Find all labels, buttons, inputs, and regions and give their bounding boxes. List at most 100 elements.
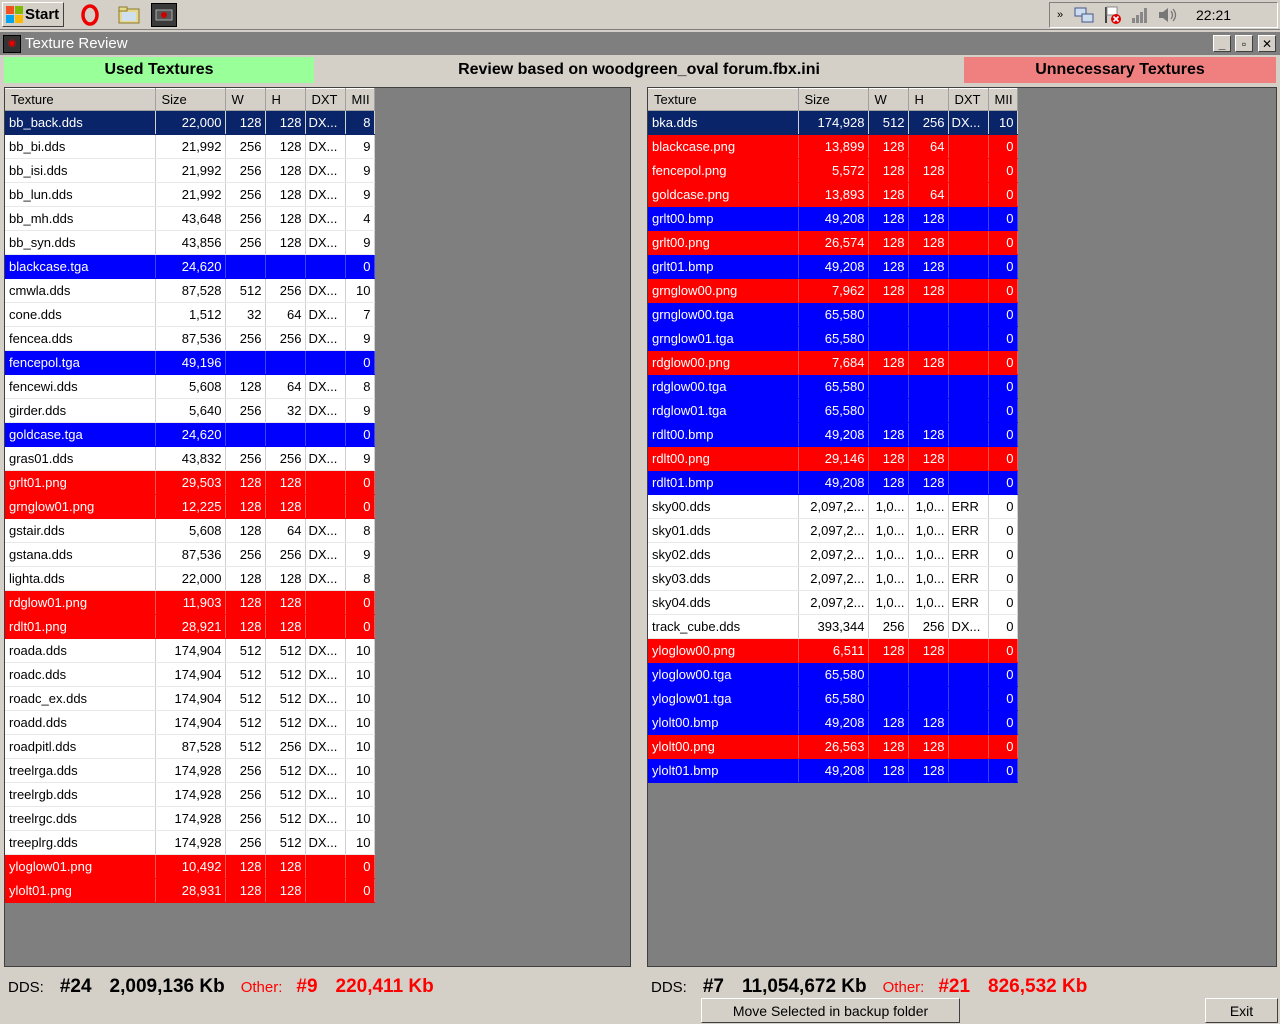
table-row[interactable]: yloglow01.tga 65,580 0 [648, 686, 1018, 711]
table-row[interactable]: ylolt00.png 26,563 128 128 0 [648, 734, 1018, 759]
dds-label: DDS: [8, 978, 44, 996]
table-row[interactable]: bb_isi.dds 21,992 256 128 DX... 9 [5, 158, 375, 183]
column-header-h[interactable]: H [908, 88, 949, 111]
column-header-w[interactable]: W [225, 88, 266, 111]
table-row[interactable]: fencepol.tga 49,196 0 [5, 350, 375, 375]
table-row[interactable]: cone.dds 1,512 32 64 DX... 7 [5, 302, 375, 327]
unnecessary-textures-table[interactable]: Texture Size W H DXT MII bka.dds 174,928 5… [648, 88, 1018, 783]
folder-icon[interactable] [116, 3, 142, 27]
column-header-texture[interactable]: Texture [648, 88, 799, 111]
column-header-w[interactable]: W [868, 88, 909, 111]
size-cell: 65,580 [798, 398, 869, 423]
table-row[interactable]: grnglow01.tga 65,580 0 [648, 326, 1018, 351]
chevron-icon[interactable]: » [1050, 9, 1070, 21]
table-row[interactable]: rdlt01.bmp 49,208 128 128 0 [648, 470, 1018, 495]
table-row[interactable]: blackcase.png 13,899 128 64 0 [648, 134, 1018, 159]
table-row[interactable]: bb_lun.dds 21,992 256 128 DX... 9 [5, 182, 375, 207]
exit-button[interactable]: Exit [1205, 998, 1278, 1023]
table-row[interactable]: gstana.dds 87,536 256 256 DX... 9 [5, 542, 375, 567]
table-row[interactable]: roadc.dds 174,904 512 512 DX... 10 [5, 662, 375, 687]
table-row[interactable]: bb_mh.dds 43,648 256 128 DX... 4 [5, 206, 375, 231]
table-row[interactable]: grlt00.png 26,574 128 128 0 [648, 230, 1018, 255]
table-row[interactable]: ylolt01.bmp 49,208 128 128 0 [648, 758, 1018, 783]
column-header-h[interactable]: H [265, 88, 306, 111]
table-row[interactable]: rdlt00.png 29,146 128 128 0 [648, 446, 1018, 471]
table-row[interactable]: roadc_ex.dds 174,904 512 512 DX... 10 [5, 686, 375, 711]
table-row[interactable]: track_cube.dds 393,344 256 256 DX... 0 [648, 614, 1018, 639]
table-row[interactable]: grlt01.png 29,503 128 128 0 [5, 470, 375, 495]
column-header-mip[interactable]: MII [345, 88, 375, 111]
table-row[interactable]: rdglow00.tga 65,580 0 [648, 374, 1018, 399]
table-row[interactable]: treelrga.dds 174,928 256 512 DX... 10 [5, 758, 375, 783]
table-row[interactable]: bb_syn.dds 43,856 256 128 DX... 9 [5, 230, 375, 255]
table-row[interactable]: roada.dds 174,904 512 512 DX... 10 [5, 638, 375, 663]
table-row[interactable]: fencewi.dds 5,608 128 64 DX... 8 [5, 374, 375, 399]
table-row[interactable]: ylolt00.bmp 49,208 128 128 0 [648, 710, 1018, 735]
table-row[interactable]: bka.dds 174,928 512 256 DX... 10 [648, 110, 1018, 135]
clock[interactable]: 22:21 [1196, 7, 1231, 23]
start-button[interactable]: Start [2, 2, 64, 27]
table-row[interactable]: rdlt01.png 28,921 128 128 0 [5, 614, 375, 639]
table-row[interactable]: fencepol.png 5,572 128 128 0 [648, 158, 1018, 183]
column-header-mip[interactable]: MII [988, 88, 1018, 111]
table-row[interactable]: yloglow00.tga 65,580 0 [648, 662, 1018, 687]
table-row[interactable]: grlt00.bmp 49,208 128 128 0 [648, 206, 1018, 231]
dxt-cell [948, 278, 989, 303]
used-textures-table[interactable]: Texture Size W H DXT MII bb_back.dds 22,0… [5, 88, 375, 903]
table-row[interactable]: goldcase.tga 24,620 0 [5, 422, 375, 447]
table-row[interactable]: grlt01.bmp 49,208 128 128 0 [648, 254, 1018, 279]
table-row[interactable]: rdlt00.bmp 49,208 128 128 0 [648, 422, 1018, 447]
signal-icon[interactable] [1126, 6, 1154, 24]
size-cell: 13,893 [798, 182, 869, 207]
table-row[interactable]: cmwla.dds 87,528 512 256 DX... 10 [5, 278, 375, 303]
table-row[interactable]: lighta.dds 22,000 128 128 DX... 8 [5, 566, 375, 591]
table-row[interactable]: treelrgc.dds 174,928 256 512 DX... 10 [5, 806, 375, 831]
column-header-size[interactable]: Size [155, 88, 226, 111]
texture-name-cell: bb_lun.dds [5, 182, 156, 207]
table-row[interactable]: roadpitl.dds 87,528 512 256 DX... 10 [5, 734, 375, 759]
table-row[interactable]: sky00.dds 2,097,2... 1,0... 1,0... ERR 0 [648, 494, 1018, 519]
table-row[interactable]: sky04.dds 2,097,2... 1,0... 1,0... ERR 0 [648, 590, 1018, 615]
minimize-button[interactable]: _ [1213, 35, 1231, 52]
opera-icon[interactable] [77, 3, 103, 27]
network-icon[interactable] [1070, 5, 1098, 25]
table-row[interactable]: grnglow01.png 12,225 128 128 0 [5, 494, 375, 519]
column-header-dxt[interactable]: DXT [948, 88, 989, 111]
table-row[interactable]: fencea.dds 87,536 256 256 DX... 9 [5, 326, 375, 351]
table-row[interactable]: rdglow01.tga 65,580 0 [648, 398, 1018, 423]
maximize-button[interactable]: ▫ [1235, 35, 1253, 52]
unnecessary-textures-panel[interactable]: Texture Size W H DXT MII bka.dds 174,928 5… [647, 87, 1277, 967]
table-row[interactable]: bb_back.dds 22,000 128 128 DX... 8 [5, 110, 375, 135]
close-button[interactable]: ✕ [1258, 35, 1276, 52]
table-row[interactable]: blackcase.tga 24,620 0 [5, 254, 375, 279]
column-header-dxt[interactable]: DXT [305, 88, 346, 111]
dxt-cell: DX... [305, 230, 346, 255]
texture-name-cell: grnglow01.png [5, 494, 156, 519]
table-row[interactable]: yloglow01.png 10,492 128 128 0 [5, 854, 375, 879]
table-row[interactable]: sky03.dds 2,097,2... 1,0... 1,0... ERR 0 [648, 566, 1018, 591]
table-row[interactable]: grnglow00.tga 65,580 0 [648, 302, 1018, 327]
table-row[interactable]: bb_bi.dds 21,992 256 128 DX... 9 [5, 134, 375, 159]
table-row[interactable]: rdglow01.png 11,903 128 128 0 [5, 590, 375, 615]
dxt-cell: DX... [305, 446, 346, 471]
table-row[interactable]: treelrgb.dds 174,928 256 512 DX... 10 [5, 782, 375, 807]
table-row[interactable]: rdglow00.png 7,684 128 128 0 [648, 350, 1018, 375]
flag-error-icon[interactable] [1098, 5, 1126, 25]
table-row[interactable]: yloglow00.png 6,511 128 128 0 [648, 638, 1018, 663]
column-header-size[interactable]: Size [798, 88, 869, 111]
app-icon[interactable] [151, 3, 177, 27]
table-row[interactable]: grnglow00.png 7,962 128 128 0 [648, 278, 1018, 303]
table-row[interactable]: girder.dds 5,640 256 32 DX... 9 [5, 398, 375, 423]
table-row[interactable]: ylolt01.png 28,931 128 128 0 [5, 878, 375, 903]
table-row[interactable]: gstair.dds 5,608 128 64 DX... 8 [5, 518, 375, 543]
move-to-backup-button[interactable]: Move Selected in backup folder [701, 998, 960, 1023]
column-header-texture[interactable]: Texture [5, 88, 156, 111]
table-row[interactable]: sky02.dds 2,097,2... 1,0... 1,0... ERR 0 [648, 542, 1018, 567]
table-row[interactable]: treeplrg.dds 174,928 256 512 DX... 10 [5, 830, 375, 855]
table-row[interactable]: gras01.dds 43,832 256 256 DX... 9 [5, 446, 375, 471]
table-row[interactable]: goldcase.png 13,893 128 64 0 [648, 182, 1018, 207]
table-row[interactable]: roadd.dds 174,904 512 512 DX... 10 [5, 710, 375, 735]
used-textures-panel[interactable]: Texture Size W H DXT MII bb_back.dds 22,0… [4, 87, 631, 967]
volume-icon[interactable] [1154, 6, 1182, 24]
table-row[interactable]: sky01.dds 2,097,2... 1,0... 1,0... ERR 0 [648, 518, 1018, 543]
